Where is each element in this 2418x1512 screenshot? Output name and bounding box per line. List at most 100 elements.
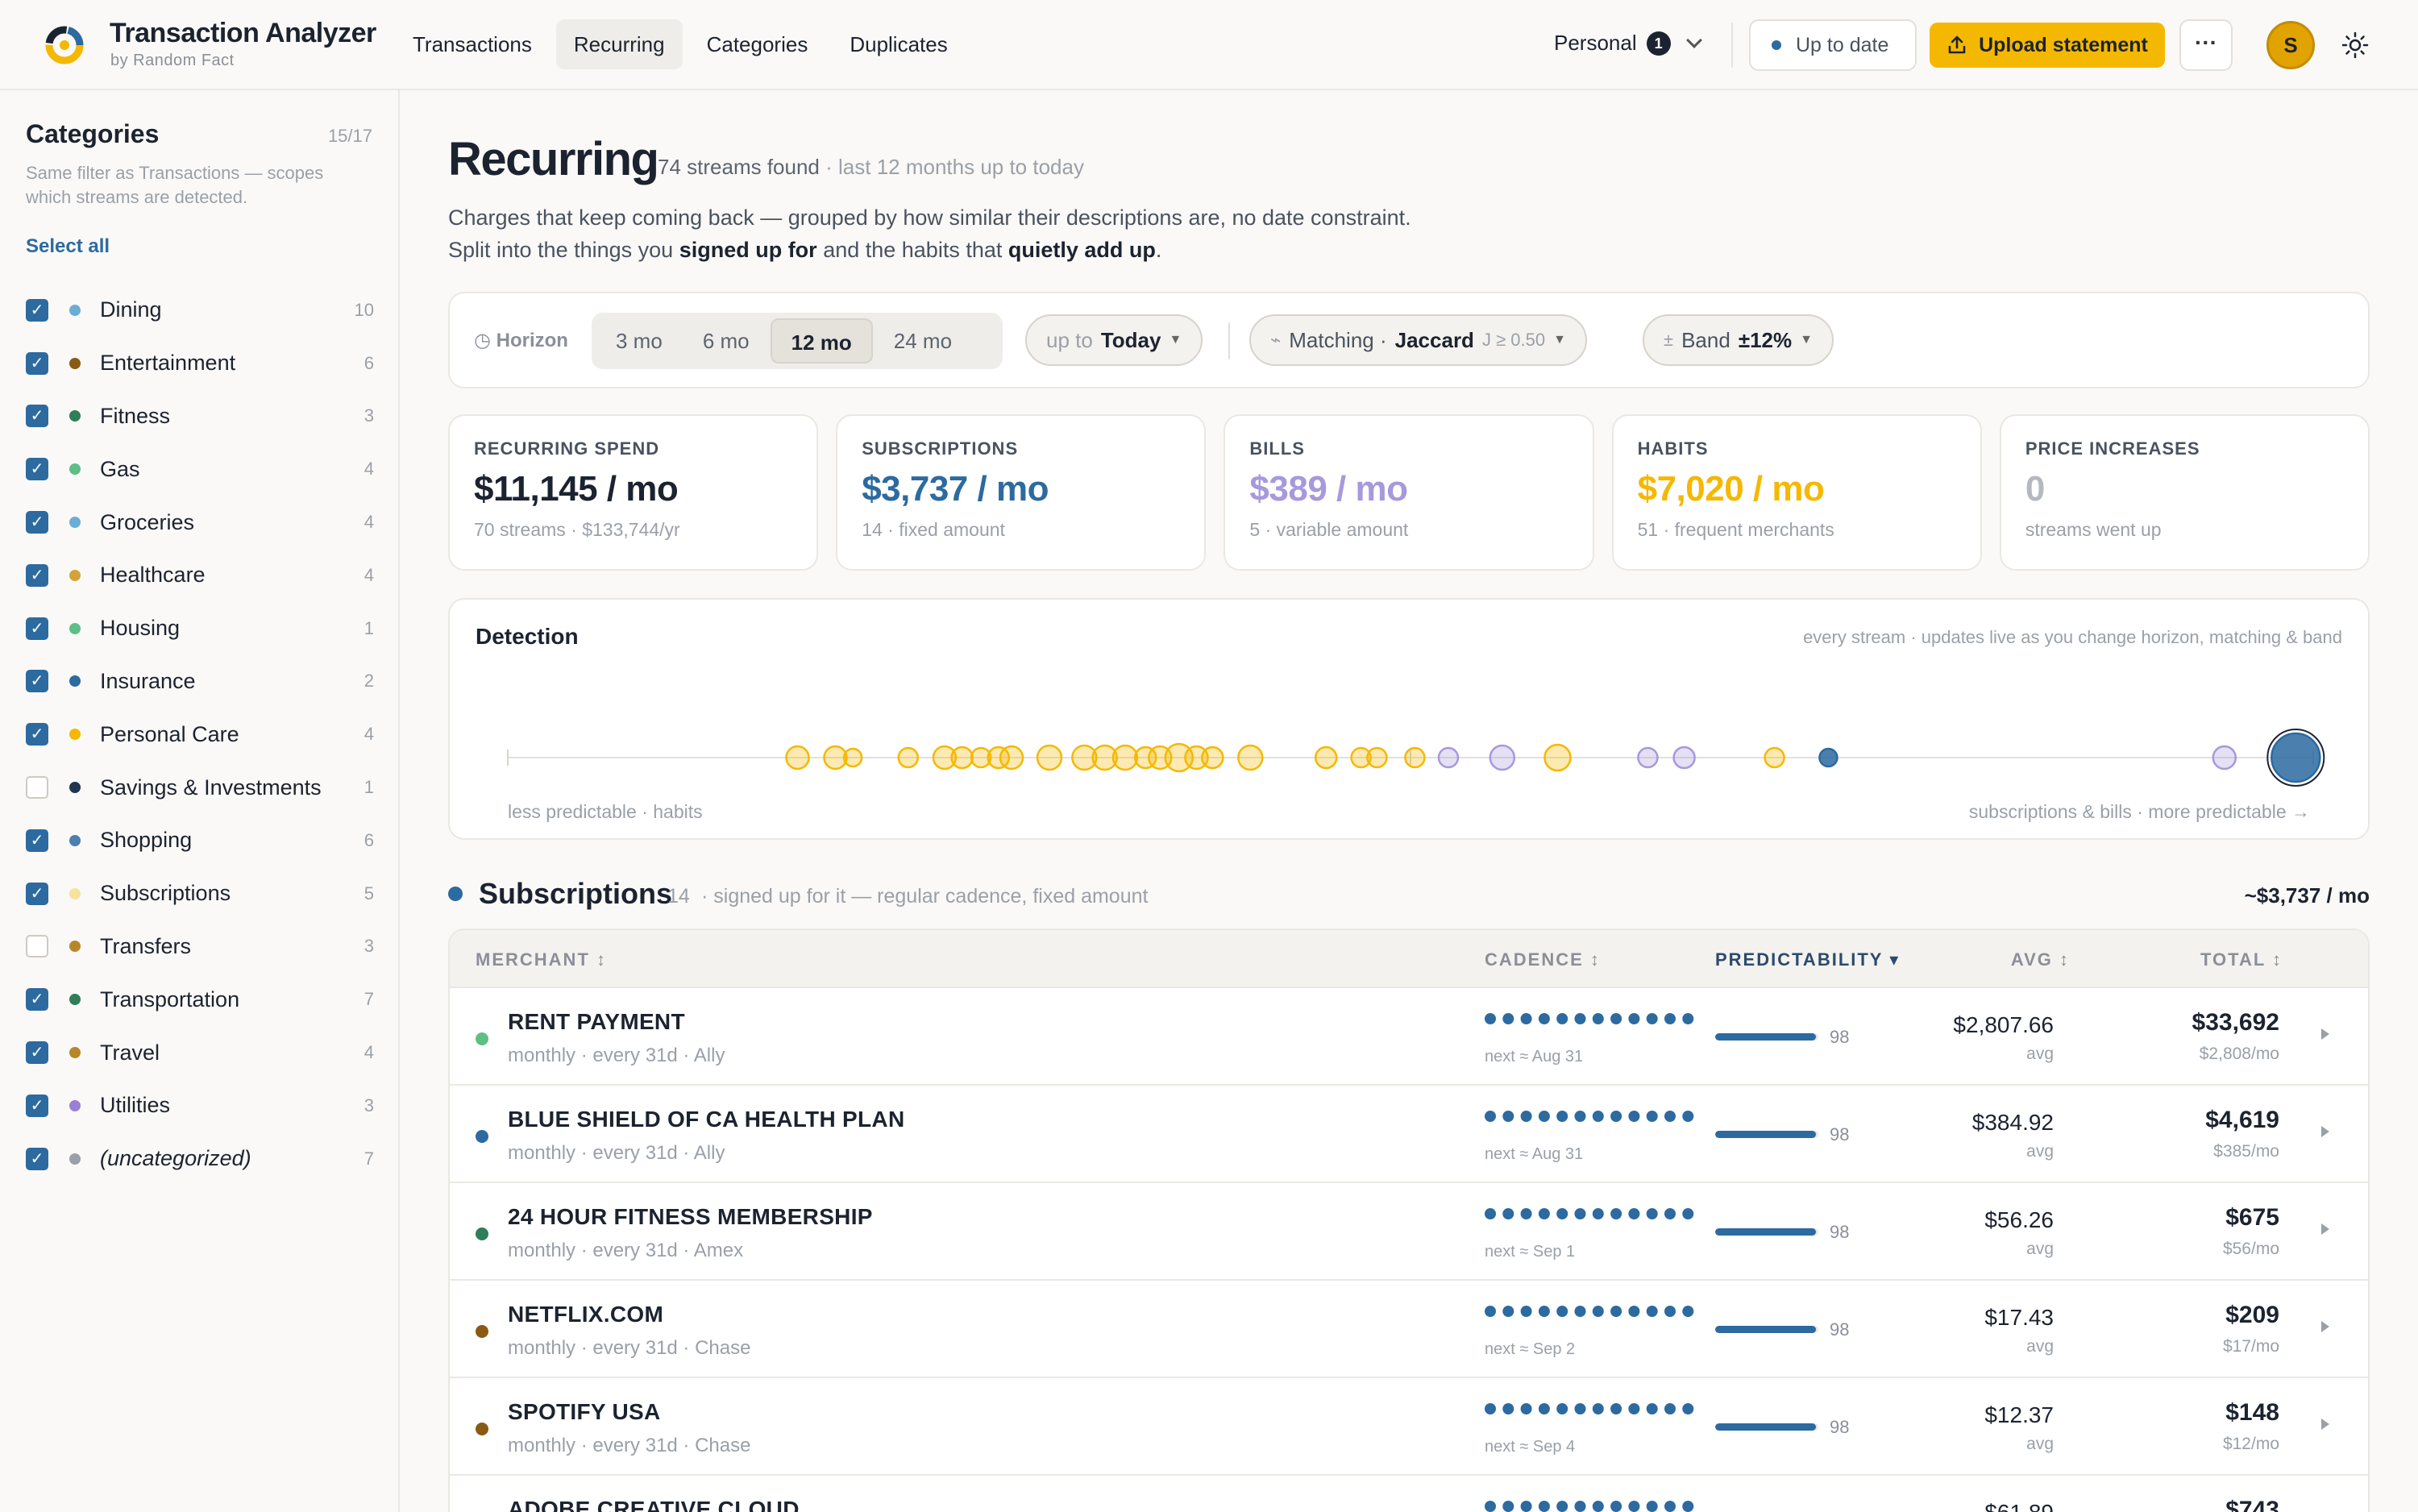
category-checkbox[interactable]: ✓	[26, 829, 48, 852]
stream-bubble-habit[interactable]	[785, 745, 810, 771]
expand-row-arrow-icon[interactable]	[2321, 1028, 2329, 1040]
profile-switcher[interactable]: Personal 1	[1554, 31, 1702, 56]
stream-bubble-habit[interactable]	[950, 746, 974, 770]
band-dropdown[interactable]: ± Band ±12% ▼	[1643, 314, 1834, 366]
table-row[interactable]: 24 HOUR FITNESS MEMBERSHIP monthly · ever…	[450, 1183, 2368, 1281]
col-merchant[interactable]: MERCHANT ↕	[476, 949, 607, 970]
category-checkbox[interactable]: ✓	[26, 458, 48, 481]
avatar[interactable]: S	[2266, 21, 2315, 69]
col-total[interactable]: TOTAL ↕	[2200, 949, 2283, 970]
stream-bubble-habit[interactable]	[1764, 746, 1785, 769]
stream-bubble-habit[interactable]	[1237, 744, 1264, 771]
intro-line-1: Charges that keep coming back — grouped …	[448, 206, 1411, 230]
stream-bubble-sub[interactable]	[1818, 747, 1838, 768]
category-count: 6	[364, 829, 374, 850]
table-row[interactable]: NETFLIX.COM monthly · every 31d · Chase ne…	[450, 1281, 2368, 1378]
nav-tab-categories[interactable]: Categories	[689, 19, 826, 69]
category-checkbox[interactable]: ✓	[26, 298, 48, 322]
stream-bubble-habit[interactable]	[1314, 746, 1338, 770]
table-row[interactable]: ADOBE CREATIVE CLOUD $61.89 $743	[450, 1476, 2368, 1512]
category-color-dot	[69, 1047, 81, 1059]
cadence-occurrence-dot	[1502, 1208, 1514, 1219]
sun-icon[interactable]	[2341, 31, 2370, 60]
category-item[interactable]: ✓ Groceries 4	[26, 496, 374, 549]
category-checkbox[interactable]: ✓	[26, 882, 48, 905]
category-name: Entertainment	[100, 351, 236, 376]
category-item[interactable]: ✓ Shopping 6	[26, 814, 374, 867]
nav-tab-recurring[interactable]: Recurring	[555, 19, 683, 69]
category-item[interactable]: ✓ (uncategorized) 7	[26, 1132, 374, 1186]
horizon-option[interactable]: 6 mo	[683, 318, 769, 363]
category-checkbox[interactable]: ✓	[26, 670, 48, 693]
stream-bubble-habit[interactable]	[1543, 743, 1572, 772]
more-menu-button[interactable]: ···	[2179, 19, 2233, 71]
select-all-link[interactable]: Select all	[26, 235, 110, 258]
cadence-occurrence-dot	[1664, 1306, 1676, 1317]
horizon-option[interactable]: 12 mo	[770, 318, 873, 363]
category-checkbox[interactable]	[26, 776, 48, 800]
category-item[interactable]: ✓ Transportation 7	[26, 973, 374, 1026]
expand-row-arrow-icon[interactable]	[2321, 1126, 2329, 1137]
stream-bubble-habit[interactable]	[1201, 746, 1224, 770]
category-item[interactable]: ✓ Healthcare 4	[26, 549, 374, 602]
category-item[interactable]: Transfers 3	[26, 920, 374, 974]
category-checkbox[interactable]: ✓	[26, 1147, 48, 1170]
category-item[interactable]: ✓ Utilities 3	[26, 1079, 374, 1132]
category-item[interactable]: ✓ Housing 1	[26, 602, 374, 655]
nav-tab-duplicates[interactable]: Duplicates	[832, 19, 965, 69]
stream-bubble-sub[interactable]	[2271, 732, 2321, 783]
col-cadence[interactable]: CADENCE ↕	[1485, 949, 1601, 970]
category-checkbox[interactable]: ✓	[26, 1041, 48, 1065]
table-row[interactable]: SPOTIFY USA monthly · every 31d · Chase ne…	[450, 1378, 2368, 1476]
stream-bubble-bill[interactable]	[1672, 746, 1696, 770]
category-checkbox[interactable]	[26, 935, 48, 958]
category-name: Dining	[100, 297, 162, 322]
cadence-occurrence-dot	[1646, 1208, 1658, 1219]
category-checkbox[interactable]: ✓	[26, 723, 48, 746]
expand-row-arrow-icon[interactable]	[2321, 1321, 2329, 1332]
stream-bubble-habit[interactable]	[1366, 746, 1388, 769]
category-checkbox[interactable]: ✓	[26, 617, 48, 640]
category-checkbox[interactable]: ✓	[26, 563, 48, 587]
category-item[interactable]: ✓ Entertainment 6	[26, 337, 374, 390]
avg-amount: $384.92	[1971, 1110, 2054, 1135]
sync-status[interactable]: Up to date	[1749, 19, 1917, 71]
table-row[interactable]: RENT PAYMENT monthly · every 31d · Ally ne…	[450, 988, 2368, 1086]
expand-row-arrow-icon[interactable]	[2321, 1223, 2329, 1235]
stream-bubble-bill[interactable]	[2212, 745, 2237, 771]
category-item[interactable]: ✓ Fitness 3	[26, 390, 374, 443]
upto-dropdown[interactable]: up to Today ▼	[1025, 314, 1203, 366]
horizon-option[interactable]: 3 mo	[596, 318, 682, 363]
col-avg[interactable]: AVG ↕	[2011, 949, 2070, 970]
category-item[interactable]: ✓ Personal Care 4	[26, 708, 374, 761]
stream-bubble-bill[interactable]	[1437, 746, 1460, 769]
app-subtitle: by Random Fact	[110, 52, 235, 69]
stream-bubble-bill[interactable]	[1637, 746, 1659, 769]
stream-bubble-habit[interactable]	[999, 745, 1024, 771]
category-checkbox[interactable]: ✓	[26, 405, 48, 428]
upload-statement-button[interactable]: Upload statement	[1930, 23, 2165, 68]
category-checkbox[interactable]: ✓	[26, 511, 48, 534]
detection-left-label: less predictable · habits	[508, 801, 703, 822]
stream-bubble-habit[interactable]	[897, 746, 920, 769]
stream-bubble-habit[interactable]	[842, 747, 863, 768]
category-checkbox[interactable]: ✓	[26, 351, 48, 375]
stream-bubble-habit[interactable]	[1404, 746, 1426, 769]
category-item[interactable]: ✓ Travel 4	[26, 1026, 374, 1079]
horizon-option[interactable]: 24 mo	[875, 318, 971, 363]
category-item[interactable]: ✓ Insurance 2	[26, 655, 374, 708]
category-checkbox[interactable]: ✓	[26, 988, 48, 1011]
category-item[interactable]: Savings & Investments 1	[26, 761, 374, 814]
stream-bubble-bill[interactable]	[1489, 744, 1516, 771]
table-row[interactable]: BLUE SHIELD OF CA HEALTH PLAN monthly · e…	[450, 1086, 2368, 1183]
expand-row-arrow-icon[interactable]	[2321, 1419, 2329, 1430]
col-predictability[interactable]: PREDICTABILITY ▾	[1715, 949, 1900, 970]
matching-dropdown[interactable]: ⌁ Matching · Jaccard J ≥ 0.50 ▼	[1249, 314, 1587, 366]
category-checkbox[interactable]: ✓	[26, 1094, 48, 1117]
category-item[interactable]: ✓ Gas 4	[26, 442, 374, 496]
stream-bubble-habit[interactable]	[1111, 744, 1139, 771]
nav-tab-transactions[interactable]: Transactions	[395, 19, 550, 69]
category-item[interactable]: ✓ Subscriptions 5	[26, 867, 374, 920]
stream-bubble-habit[interactable]	[1036, 744, 1063, 771]
category-item[interactable]: ✓ Dining 10	[26, 284, 374, 337]
